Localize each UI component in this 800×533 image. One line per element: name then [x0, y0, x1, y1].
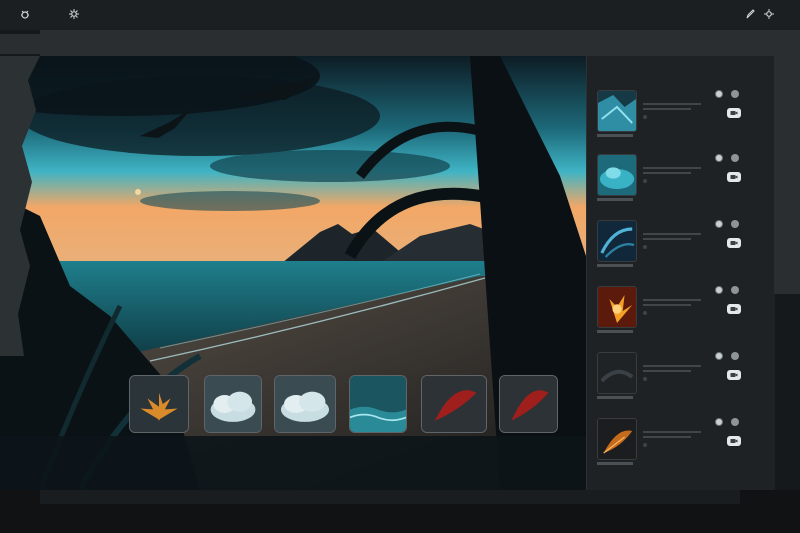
- video-icon: [730, 307, 738, 311]
- asset-card[interactable]: [597, 352, 767, 399]
- asset-card[interactable]: [597, 286, 767, 333]
- asset-thumbnail[interactable]: [597, 352, 637, 394]
- asset-card[interactable]: [597, 154, 767, 201]
- asset-action-button[interactable]: [727, 304, 741, 314]
- asset-lock-toggle[interactable]: [731, 154, 739, 162]
- gallery-thumbnail[interactable]: [204, 375, 262, 433]
- top-shelf-left: [0, 34, 80, 54]
- ember-leaf: [598, 419, 636, 459]
- thumbnail-strip: [129, 375, 559, 445]
- asset-card[interactable]: [597, 220, 767, 267]
- video-icon: [730, 241, 738, 245]
- asset-description-line: [643, 304, 691, 306]
- asset-caption-bar: [597, 198, 633, 201]
- asset-lock-toggle[interactable]: [731, 90, 739, 98]
- right-edge-strip: [774, 56, 800, 294]
- top-shelf: [40, 30, 800, 56]
- asset-status-dot: [643, 245, 647, 249]
- asset-card[interactable]: [597, 418, 767, 465]
- ocean-thumb: [350, 376, 406, 432]
- asset-description-line: [643, 370, 691, 372]
- asset-caption-bar: [597, 462, 633, 465]
- leaf-thumb: [500, 376, 557, 432]
- settings-icon[interactable]: [762, 7, 776, 21]
- asset-status-dot: [643, 443, 647, 447]
- asset-caption-bar: [597, 134, 633, 137]
- asset-visibility-toggle[interactable]: [715, 154, 723, 162]
- asset-panel: [586, 56, 775, 490]
- flower-thumb: [130, 376, 188, 432]
- asset-action-button[interactable]: [727, 436, 741, 446]
- asset-visibility-toggle[interactable]: [715, 220, 723, 228]
- asset-card[interactable]: [597, 90, 767, 137]
- settings-icon[interactable]: [67, 7, 81, 21]
- asset-description-line: [643, 167, 701, 169]
- bug-icon[interactable]: [18, 7, 32, 21]
- asset-description-line: [643, 103, 701, 105]
- leaf-thumb: [422, 376, 486, 432]
- top-bar: [0, 0, 800, 30]
- asset-lock-toggle[interactable]: [731, 286, 739, 294]
- blue-texture: [598, 91, 636, 131]
- gallery-thumbnail[interactable]: [349, 375, 407, 433]
- asset-thumbnail[interactable]: [597, 154, 637, 196]
- video-icon: [730, 175, 738, 179]
- asset-description-line: [643, 172, 691, 174]
- fire-burst: [598, 287, 636, 327]
- asset-visibility-toggle[interactable]: [715, 352, 723, 360]
- asset-description-line: [643, 436, 691, 438]
- cyan-clouds: [598, 155, 636, 195]
- asset-thumbnail[interactable]: [597, 418, 637, 460]
- video-icon: [730, 111, 738, 115]
- asset-action-button[interactable]: [727, 172, 741, 182]
- asset-caption-bar: [597, 330, 633, 333]
- asset-status-dot: [643, 311, 647, 315]
- asset-thumbnail[interactable]: [597, 90, 637, 132]
- asset-visibility-toggle[interactable]: [715, 286, 723, 294]
- asset-description-line: [643, 233, 701, 235]
- bottom-shelf: [40, 490, 740, 504]
- asset-action-button[interactable]: [727, 370, 741, 380]
- asset-caption-bar: [597, 264, 633, 267]
- asset-caption-bar: [597, 396, 633, 399]
- asset-action-button[interactable]: [727, 108, 741, 118]
- asset-description-line: [643, 431, 701, 433]
- gallery-thumbnail[interactable]: [129, 375, 189, 433]
- asset-description-line: [643, 238, 691, 240]
- video-icon: [730, 373, 738, 377]
- cloud-thumb: [275, 376, 335, 432]
- asset-lock-toggle[interactable]: [731, 220, 739, 228]
- asset-status-dot: [643, 179, 647, 183]
- asset-thumbnail[interactable]: [597, 286, 637, 328]
- asset-description-line: [643, 365, 701, 367]
- asset-description-line: [643, 299, 701, 301]
- gallery-thumbnail[interactable]: [421, 375, 487, 433]
- asset-visibility-toggle[interactable]: [715, 90, 723, 98]
- asset-status-dot: [643, 377, 647, 381]
- asset-status-dot: [643, 115, 647, 119]
- asset-visibility-toggle[interactable]: [715, 418, 723, 426]
- asset-lock-toggle[interactable]: [731, 352, 739, 360]
- pen-icon[interactable]: [743, 7, 757, 21]
- asset-lock-toggle[interactable]: [731, 418, 739, 426]
- dark-texture: [598, 353, 636, 393]
- gallery-thumbnail[interactable]: [274, 375, 336, 433]
- gallery-thumbnail[interactable]: [499, 375, 558, 433]
- asset-description-line: [643, 108, 691, 110]
- video-icon: [730, 439, 738, 443]
- blue-leaves: [598, 221, 636, 261]
- asset-action-button[interactable]: [727, 238, 741, 248]
- cloud-thumb: [205, 376, 261, 432]
- asset-thumbnail[interactable]: [597, 220, 637, 262]
